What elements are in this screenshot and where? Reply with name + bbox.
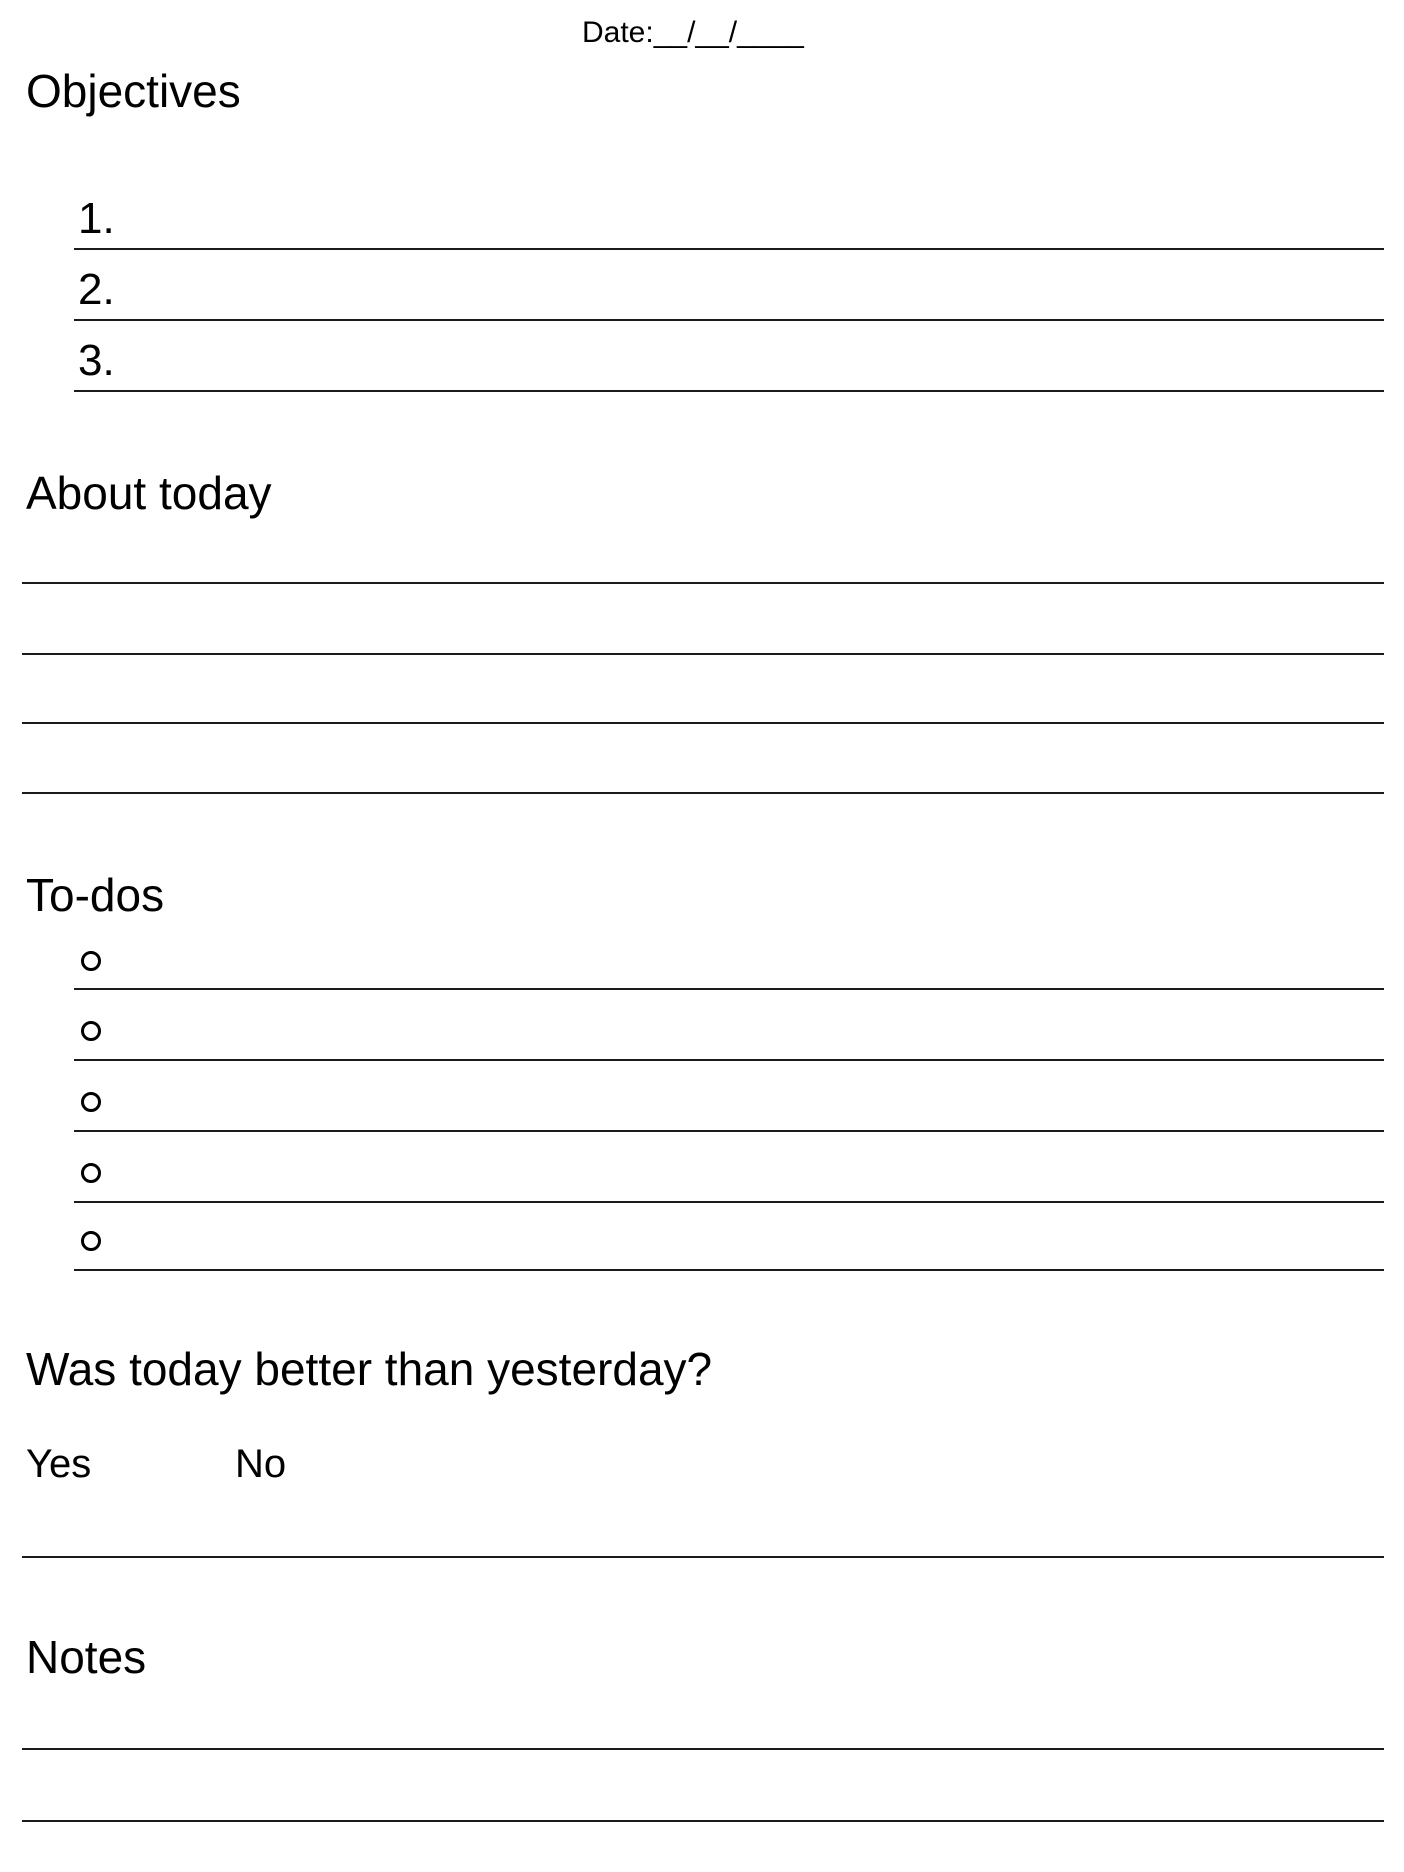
todos-heading: To-dos [26,869,165,921]
objective-line-3[interactable] [74,390,1384,392]
todo-checkbox-2[interactable] [81,1021,101,1041]
about-today-line-1[interactable] [22,582,1384,584]
todo-line-5[interactable] [74,1269,1384,1271]
todo-line-4[interactable] [74,1201,1384,1203]
todo-line-3[interactable] [74,1130,1384,1132]
about-today-line-4[interactable] [22,792,1384,794]
todo-checkbox-5[interactable] [81,1231,101,1251]
todo-line-2[interactable] [74,1059,1384,1061]
objective-line-1[interactable] [74,248,1384,250]
about-today-line-2[interactable] [22,653,1384,655]
notes-heading: Notes [26,1631,147,1683]
notes-line-1[interactable] [22,1748,1384,1750]
todo-line-1[interactable] [74,988,1384,990]
planner-page: { "date": {"label": "Date:__/__/____"}, … [0,0,1404,1872]
objective-number-1: 1. [78,194,115,243]
objectives-heading: Objectives [26,65,241,117]
notes-line-2[interactable] [22,1820,1384,1822]
todo-checkbox-3[interactable] [81,1092,101,1112]
no-option[interactable]: No [235,1444,286,1484]
objective-number-3: 3. [78,336,115,385]
todo-checkbox-4[interactable] [81,1163,101,1183]
todo-checkbox-1[interactable] [81,951,101,971]
yes-option[interactable]: Yes [26,1444,91,1484]
about-today-heading: About today [26,467,272,519]
objective-line-2[interactable] [74,319,1384,321]
question-heading: Was today better than yesterday? [26,1343,713,1395]
objective-number-2: 2. [78,265,115,314]
date-field[interactable]: Date:__/__/____ [582,16,804,50]
about-today-line-3[interactable] [22,722,1384,724]
question-line[interactable] [22,1556,1384,1558]
